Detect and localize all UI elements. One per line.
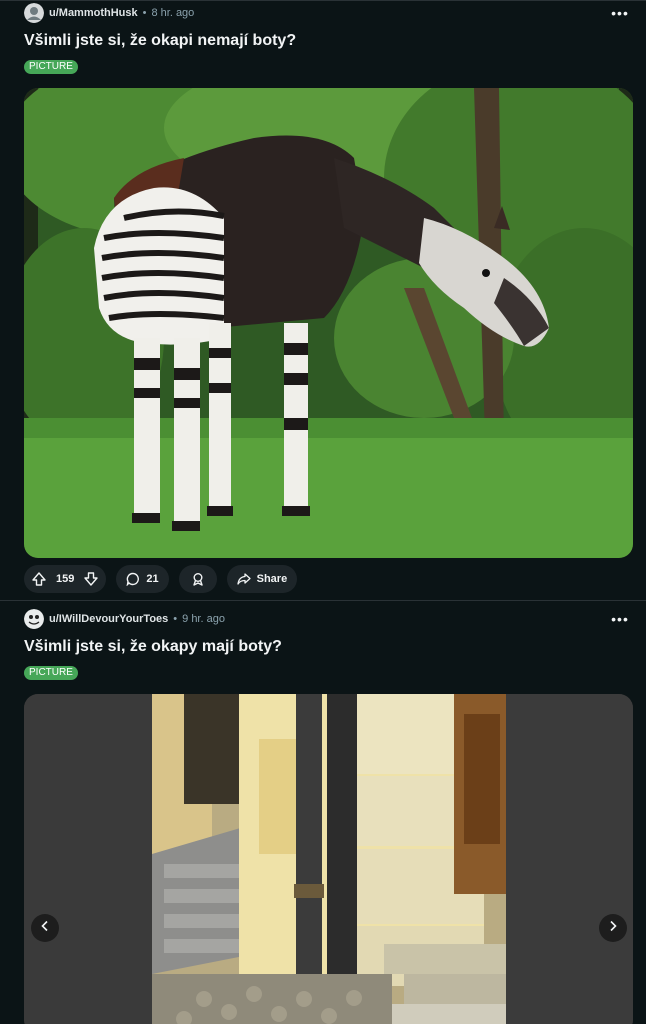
post-actions: 159 21 Share [24, 565, 298, 593]
separator-dot: • [173, 613, 178, 625]
share-label: Share [256, 573, 288, 585]
chevron-left-icon [39, 919, 51, 937]
more-options-icon[interactable]: ••• [608, 2, 632, 24]
post-flair[interactable]: PICTURE [24, 60, 78, 74]
comments-button[interactable]: 21 [116, 565, 169, 593]
carousel-next-button[interactable] [599, 914, 627, 942]
avatar[interactable] [24, 3, 44, 23]
share-button[interactable]: Share [226, 565, 298, 593]
more-options-icon[interactable]: ••• [608, 608, 632, 630]
vote-score: 159 [56, 573, 75, 585]
share-icon [236, 572, 251, 586]
username[interactable]: u/MammothHusk [49, 7, 138, 19]
avatar[interactable] [24, 609, 44, 629]
post-meta: u/IWillDevourYourToes • 9 hr. ago [24, 608, 225, 630]
comment-icon [126, 572, 140, 586]
chevron-right-icon [607, 919, 619, 937]
drainpipe-photo [24, 694, 633, 1024]
okapi-photo [24, 88, 633, 558]
downvote-icon[interactable] [84, 572, 99, 586]
upvote-icon[interactable] [32, 572, 46, 586]
post-title[interactable]: Všimli jste si, že okapi nemají boty? [24, 32, 296, 50]
post-meta: u/MammothHusk • 8 hr. ago [24, 2, 194, 24]
username[interactable]: u/IWillDevourYourToes [49, 613, 168, 625]
post-title[interactable]: Všimli jste si, že okapy mají boty? [24, 638, 282, 656]
vote-bar: 159 [24, 565, 107, 593]
post-image[interactable] [24, 694, 633, 1024]
award-icon [191, 572, 205, 586]
post-card[interactable]: u/MammothHusk • 8 hr. ago ••• Všimli jst… [0, 0, 646, 600]
post-time: 9 hr. ago [182, 613, 225, 625]
post-card[interactable]: u/IWillDevourYourToes • 9 hr. ago ••• Vš… [0, 600, 646, 1024]
carousel-prev-button[interactable] [31, 914, 59, 942]
post-time: 8 hr. ago [151, 7, 195, 19]
award-button[interactable] [178, 565, 217, 593]
post-flair[interactable]: PICTURE [24, 666, 78, 680]
post-image[interactable] [24, 88, 633, 558]
comment-count: 21 [146, 573, 159, 585]
separator-dot: • [142, 7, 147, 19]
